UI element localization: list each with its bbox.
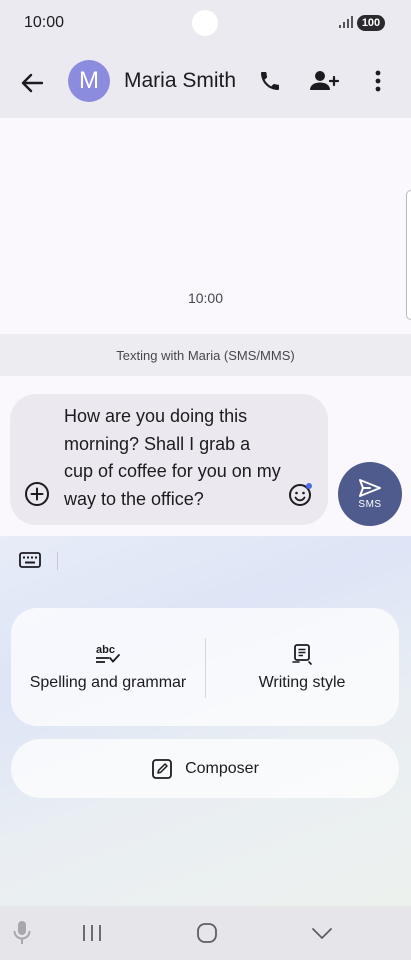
conversation-app-bar: M Maria Smith — [0, 48, 411, 118]
keyboard-icon[interactable] — [18, 550, 42, 570]
send-icon — [359, 479, 381, 497]
add-attachment-icon[interactable] — [24, 481, 50, 507]
battery-level: 100 — [361, 17, 381, 29]
status-time: 10:00 — [24, 14, 65, 31]
spelling-grammar-label: Spelling and grammar — [29, 674, 187, 691]
composer-label: Composer — [185, 759, 259, 777]
call-button[interactable] — [254, 65, 286, 97]
writing-tools-panel: abc Spelling and grammar Writing style C… — [0, 536, 411, 906]
spelling-icon-text: abc — [96, 644, 115, 656]
writing-style-button[interactable]: Writing style — [205, 608, 399, 726]
status-bar: 10:00 100 — [0, 0, 411, 48]
send-label: SMS — [358, 499, 382, 510]
camera-cutout — [192, 10, 218, 36]
back-button[interactable] — [14, 65, 50, 101]
toolbar-divider — [57, 552, 58, 570]
back-arrow-icon — [21, 73, 43, 93]
home-icon[interactable] — [196, 922, 218, 944]
message-timestamp: 10:00 — [187, 290, 224, 306]
message-input-box[interactable]: How are you doing this morning? Shall I … — [10, 394, 328, 525]
texting-banner: Texting with Maria (SMS/MMS) — [0, 334, 411, 376]
more-options-button[interactable] — [364, 65, 392, 97]
texting-banner-text: Texting with Maria (SMS/MMS) — [116, 347, 295, 363]
send-sms-button[interactable]: SMS — [338, 462, 402, 526]
message-input-text[interactable]: How are you doing this morning? Shall I … — [64, 403, 282, 513]
hide-keyboard-icon[interactable] — [310, 924, 334, 942]
navigation-bar — [0, 906, 411, 960]
more-vert-icon — [375, 70, 381, 92]
writing-style-icon — [291, 642, 313, 666]
avatar-letter: M — [79, 67, 99, 94]
battery-indicator: 100 — [357, 15, 385, 31]
add-contact-icon — [310, 71, 339, 90]
conversation-area[interactable]: 10:00 — [0, 118, 411, 334]
add-contact-button[interactable] — [306, 65, 342, 97]
emoji-icon[interactable] — [288, 481, 314, 507]
spelling-grammar-button[interactable]: abc Spelling and grammar — [11, 608, 205, 726]
avatar[interactable]: M — [68, 60, 110, 102]
phone-icon — [261, 72, 279, 90]
signal-icon — [339, 16, 353, 28]
compose-edit-icon — [152, 758, 172, 779]
writing-style-label: Writing style — [258, 674, 346, 691]
writing-tools-card: abc Spelling and grammar Writing style — [11, 608, 399, 726]
spelling-check-icon: abc — [95, 642, 121, 666]
compose-area: How are you doing this morning? Shall I … — [0, 376, 411, 536]
microphone-icon[interactable] — [12, 920, 32, 946]
composer-button[interactable]: Composer — [11, 739, 399, 798]
recent-apps-icon[interactable] — [80, 922, 104, 944]
scroll-handle[interactable] — [406, 190, 411, 320]
contact-name[interactable]: Maria Smith — [124, 69, 236, 93]
